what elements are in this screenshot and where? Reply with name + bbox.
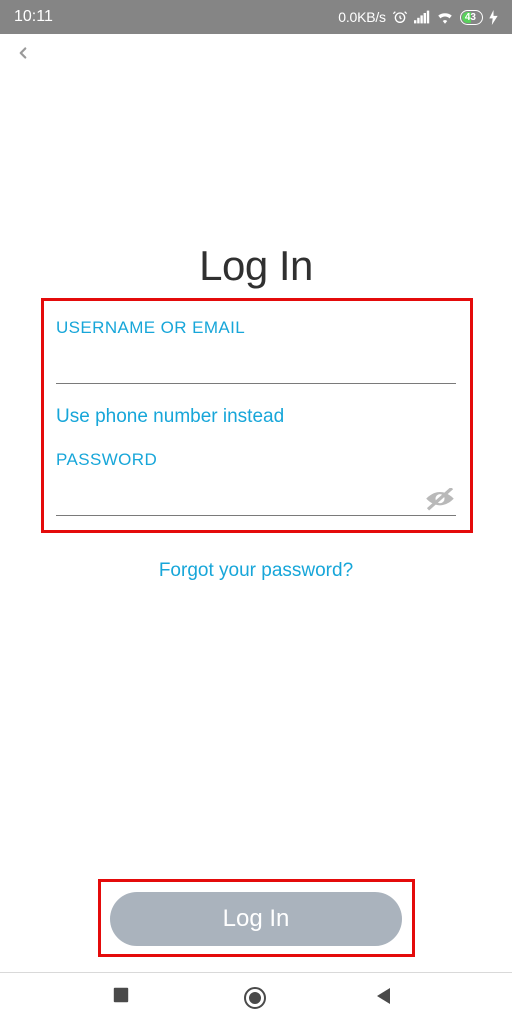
status-data-rate: 0.0KB/s — [338, 9, 386, 25]
top-bar — [0, 34, 512, 74]
nav-home-icon[interactable] — [243, 986, 269, 1012]
forgot-password-link[interactable]: Forgot your password? — [0, 560, 512, 582]
status-bar: 10:11 0.0KB/s 43 — [0, 0, 512, 34]
password-input[interactable] — [56, 476, 456, 516]
battery-icon: 43 — [460, 10, 483, 25]
alarm-icon — [392, 9, 408, 25]
battery-percent: 43 — [465, 12, 476, 23]
password-label: PASSWORD — [56, 450, 456, 470]
charging-icon — [489, 10, 498, 25]
android-nav-bar — [0, 974, 512, 1024]
login-form: USERNAME OR EMAIL Use phone number inste… — [56, 308, 456, 516]
username-input[interactable] — [56, 344, 456, 384]
wifi-icon — [436, 10, 454, 24]
use-phone-link[interactable]: Use phone number instead — [56, 406, 456, 428]
back-chevron-icon[interactable] — [14, 44, 34, 64]
nav-recent-icon[interactable] — [112, 986, 138, 1012]
page-title: Log In — [0, 242, 512, 290]
status-time: 10:11 — [14, 8, 53, 25]
login-button[interactable]: Log In — [110, 892, 402, 946]
nav-back-icon[interactable] — [374, 986, 400, 1012]
divider — [0, 972, 512, 973]
signal-icon — [414, 10, 430, 24]
username-label: USERNAME OR EMAIL — [56, 318, 456, 338]
eye-off-icon[interactable] — [424, 488, 456, 512]
